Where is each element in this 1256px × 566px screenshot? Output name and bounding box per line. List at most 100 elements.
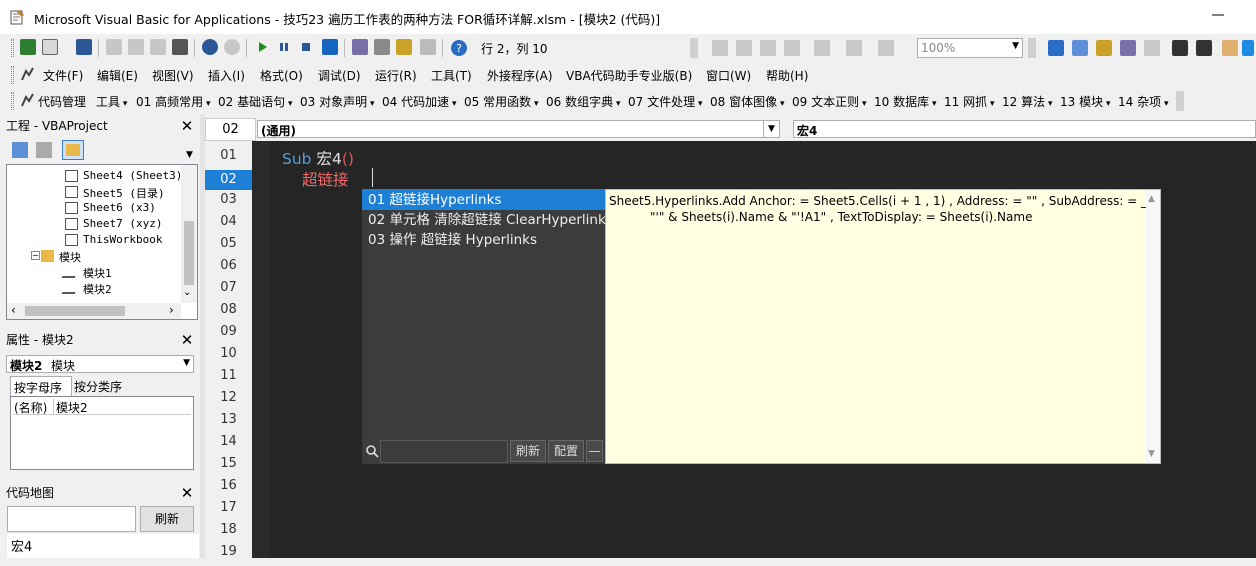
addin-menu-item[interactable]: 10 数据库 ▾ xyxy=(874,93,936,110)
codemap-item[interactable]: 宏4 xyxy=(11,536,32,555)
scroll-down-icon[interactable]: ▼ xyxy=(1148,449,1155,459)
group-icon[interactable] xyxy=(784,40,800,56)
addin-menu-item[interactable]: 11 网抓 ▾ xyxy=(944,93,994,110)
hand-icon[interactable] xyxy=(1222,40,1238,56)
tree-item-thisworkbook[interactable]: ThisWorkbook xyxy=(83,233,162,246)
toggle-bookmark-icon[interactable] xyxy=(1048,40,1064,56)
horizontal-scrollbar[interactable]: ‹ › xyxy=(7,303,181,319)
view-code-icon[interactable] xyxy=(12,142,28,158)
make-same-size-icon[interactable] xyxy=(814,40,830,56)
toolbar-overflow[interactable] xyxy=(1176,91,1184,111)
addin-menu-item[interactable]: 08 窗体图像 ▾ xyxy=(710,93,784,110)
quick-info-icon[interactable] xyxy=(1242,40,1254,56)
scroll-left-icon[interactable]: ‹ xyxy=(11,303,16,317)
vertical-scrollbar[interactable]: ⌄ xyxy=(181,165,197,303)
paste-icon[interactable] xyxy=(150,39,166,55)
close-icon[interactable]: ✕ xyxy=(178,484,196,502)
order-icon[interactable] xyxy=(878,40,894,56)
scroll-up-icon[interactable]: ▲ xyxy=(1148,194,1155,204)
menu-item[interactable]: 工具(T) xyxy=(431,67,472,84)
close-icon[interactable]: ✕ xyxy=(178,331,196,349)
property-value[interactable]: 模块2 xyxy=(56,399,88,416)
collapse-icon[interactable]: − xyxy=(31,251,40,260)
uncomment-block-icon[interactable] xyxy=(1120,40,1136,56)
toolbox-icon[interactable] xyxy=(420,39,436,55)
object-combo[interactable]: (通用) ▼ xyxy=(257,120,780,138)
menu-item[interactable]: 文件(F) xyxy=(43,67,83,84)
minimize-button[interactable] xyxy=(1208,5,1228,25)
addin-menu-item[interactable]: 05 常用函数 ▾ xyxy=(464,93,538,110)
stop-icon[interactable] xyxy=(298,39,314,55)
addin-menu-item[interactable]: 07 文件处理 ▾ xyxy=(628,93,702,110)
undo-icon[interactable] xyxy=(202,39,218,55)
autocomplete-search-input[interactable] xyxy=(380,440,508,463)
menu-item[interactable]: 格式(O) xyxy=(260,67,303,84)
help-icon[interactable]: ? xyxy=(450,39,468,57)
save-icon[interactable] xyxy=(76,39,92,55)
autocomplete-collapse-button[interactable]: — xyxy=(586,440,603,462)
project-explorer-icon[interactable] xyxy=(352,39,368,55)
tree-item-sheet5[interactable]: Sheet5 (目录) xyxy=(83,185,165,201)
autocomplete-item[interactable]: 02 单元格 清除超链接 ClearHyperlinks xyxy=(362,209,605,230)
tree-folder-modules[interactable]: 模块 xyxy=(59,249,81,265)
comment-block-icon[interactable] xyxy=(1096,40,1112,56)
tab-alphabetic[interactable]: 按字母序 xyxy=(10,376,72,396)
scroll-right-icon[interactable]: › xyxy=(169,303,174,317)
menu-item[interactable]: VBA代码助手专业版(B) xyxy=(566,67,692,84)
menu-item[interactable]: 调试(D) xyxy=(318,67,361,84)
menu-item[interactable]: 插入(I) xyxy=(208,67,245,84)
scroll-down-icon[interactable]: ⌄ xyxy=(183,287,191,298)
list-constants-icon[interactable] xyxy=(1196,40,1212,56)
font-size-icon[interactable] xyxy=(1144,40,1160,56)
toolbar-grip[interactable] xyxy=(11,92,14,110)
scrollbar-thumb[interactable] xyxy=(25,306,125,316)
autocomplete-item[interactable]: 03 操作 超链接 Hyperlinks xyxy=(362,229,605,250)
insert-module-icon[interactable] xyxy=(42,39,58,55)
procedure-combo[interactable]: 宏4 xyxy=(793,120,1256,138)
codemap-refresh-button[interactable]: 刷新 xyxy=(140,506,194,532)
addin-menu-item[interactable]: 06 数组字典 ▾ xyxy=(546,93,620,110)
menu-item[interactable]: 外接程序(A) xyxy=(487,67,553,84)
run-icon[interactable] xyxy=(254,39,270,55)
autocomplete-refresh-button[interactable]: 刷新 xyxy=(510,440,546,462)
autocomplete-config-button[interactable]: 配置 xyxy=(548,440,584,462)
indent-icon[interactable] xyxy=(712,40,728,56)
tree-item-sheet6[interactable]: Sheet6 (x3) xyxy=(83,201,156,214)
tree-item-module2[interactable]: 模块2 xyxy=(83,281,112,297)
addin-menu-item[interactable]: 14 杂项 ▾ xyxy=(1118,93,1168,110)
view-excel-icon[interactable] xyxy=(20,39,36,55)
autocomplete-item[interactable]: 01 超链接Hyperlinks xyxy=(362,189,605,210)
properties-window-icon[interactable] xyxy=(374,39,390,55)
code-manage-menu[interactable]: 代码管理 xyxy=(38,93,86,110)
design-mode-icon[interactable] xyxy=(322,39,338,55)
toolbar-grip[interactable] xyxy=(11,39,14,57)
menu-item[interactable]: 窗口(W) xyxy=(706,67,751,84)
pause-icon[interactable] xyxy=(276,39,292,55)
addin-menu-item[interactable]: 01 高频常用 ▾ xyxy=(136,93,210,110)
property-row[interactable]: (名称) 模块2 xyxy=(13,399,191,415)
chevron-down-icon[interactable]: ▼ xyxy=(186,150,193,160)
addin-menu-item[interactable]: 02 基础语句 ▾ xyxy=(218,93,292,110)
preview-scrollbar[interactable]: ▲ ▼ xyxy=(1146,190,1160,463)
menu-item[interactable]: 编辑(E) xyxy=(97,67,138,84)
line-number-box[interactable]: 02 xyxy=(205,118,256,141)
toolbar-overflow[interactable] xyxy=(690,38,698,58)
find-icon[interactable] xyxy=(172,39,188,55)
vba-menu-icon[interactable] xyxy=(20,66,36,82)
addin-menu-item[interactable]: 12 算法 ▾ xyxy=(1002,93,1052,110)
tree-item-module1[interactable]: 模块1 xyxy=(83,265,112,281)
menu-grip[interactable] xyxy=(11,66,14,84)
menu-item[interactable]: 运行(R) xyxy=(375,67,417,84)
copy-icon[interactable] xyxy=(128,39,144,55)
menu-item[interactable]: 帮助(H) xyxy=(766,67,808,84)
toggle-folders-button[interactable] xyxy=(62,140,84,160)
tab-categorized[interactable]: 按分类序 xyxy=(72,378,130,396)
cut-icon[interactable] xyxy=(106,39,122,55)
codemap-search-input[interactable] xyxy=(7,506,136,532)
next-bookmark-icon[interactable] xyxy=(1072,40,1088,56)
center-icon[interactable] xyxy=(846,40,862,56)
scrollbar-thumb[interactable] xyxy=(184,221,194,285)
outdent-icon[interactable] xyxy=(736,40,752,56)
close-icon[interactable]: ✕ xyxy=(178,117,196,135)
object-browser-icon[interactable] xyxy=(396,39,412,55)
